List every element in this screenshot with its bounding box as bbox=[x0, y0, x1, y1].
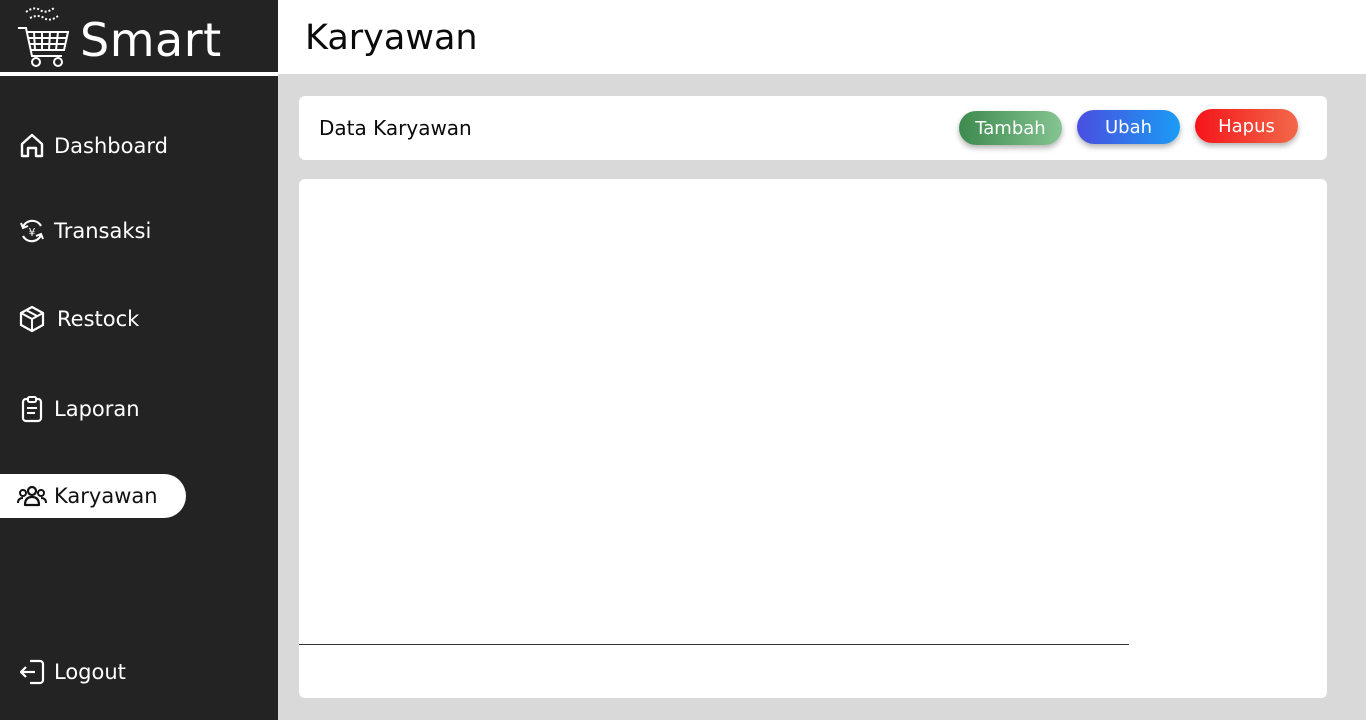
sidebar-item-label: Dashboard bbox=[54, 134, 168, 158]
brand[interactable]: Smart bbox=[0, 0, 278, 72]
sidebar-item-label: Laporan bbox=[54, 397, 140, 421]
edit-button[interactable]: Ubah bbox=[1077, 110, 1180, 144]
brand-name: Smart bbox=[80, 13, 222, 67]
brand-divider bbox=[0, 72, 278, 76]
sidebar-item-transaksi[interactable]: ¥ Transaksi bbox=[0, 209, 278, 253]
add-button[interactable]: Tambah bbox=[959, 111, 1062, 145]
sidebar-item-dashboard[interactable]: Dashboard bbox=[0, 124, 278, 168]
page-title: Karyawan bbox=[305, 18, 478, 58]
logout-icon bbox=[17, 657, 47, 687]
home-icon bbox=[17, 131, 47, 161]
shopping-cart-icon bbox=[16, 2, 74, 70]
clipboard-icon bbox=[17, 394, 47, 424]
employee-table-area bbox=[299, 179, 1327, 698]
sidebar-item-karyawan[interactable]: Karyawan bbox=[0, 474, 186, 518]
sidebar-item-restock[interactable]: Restock bbox=[0, 297, 278, 341]
logout-button[interactable]: Logout bbox=[0, 650, 278, 694]
logout-label: Logout bbox=[54, 660, 126, 684]
currency-exchange-icon: ¥ bbox=[17, 216, 47, 246]
sidebar-item-label: Transaksi bbox=[54, 219, 152, 243]
sidebar-item-label: Restock bbox=[57, 307, 140, 331]
divider bbox=[299, 644, 1129, 645]
sidebar: Smart Dashboard ¥ Transaksi Restock Lapo… bbox=[0, 0, 278, 720]
box-icon bbox=[17, 304, 47, 334]
svg-text:¥: ¥ bbox=[29, 226, 36, 239]
sidebar-item-laporan[interactable]: Laporan bbox=[0, 387, 278, 431]
delete-button[interactable]: Hapus bbox=[1195, 109, 1298, 143]
toolbar-card: Data Karyawan Tambah Ubah Hapus bbox=[299, 96, 1327, 160]
sidebar-item-label: Karyawan bbox=[54, 484, 158, 508]
section-title: Data Karyawan bbox=[319, 116, 472, 140]
users-icon bbox=[17, 481, 47, 511]
header: Karyawan bbox=[278, 0, 1366, 74]
